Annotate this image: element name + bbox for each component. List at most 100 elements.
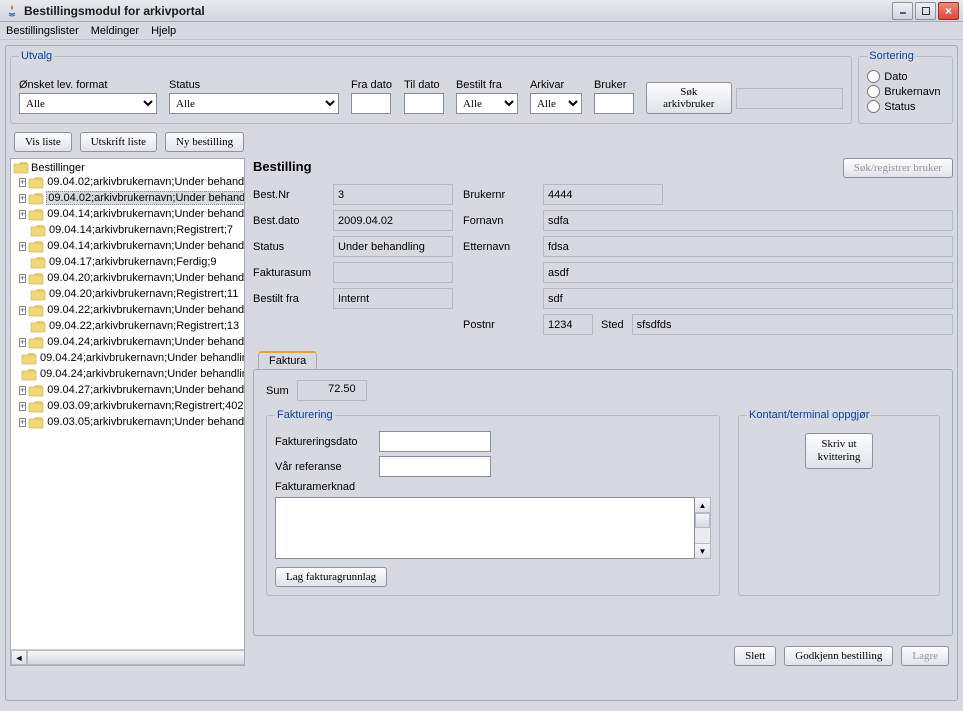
- tree-item[interactable]: 09.04.24;arkivbrukernavn;Under behandlin…: [11, 366, 244, 382]
- tree-item[interactable]: 09.04.14;arkivbrukernavn;Registrert;7: [11, 222, 244, 238]
- utskrift-liste-button[interactable]: Utskrift liste: [80, 132, 157, 152]
- expander-icon[interactable]: +: [19, 306, 26, 315]
- lagre-button[interactable]: Lagre: [901, 646, 949, 666]
- fradato-label: Fra dato: [351, 79, 392, 91]
- folder-icon: [28, 240, 44, 253]
- onsket-select[interactable]: Alle: [19, 93, 157, 114]
- tree-item-label: 09.04.27;arkivbrukernavn;Under behandlin…: [46, 384, 245, 396]
- scroll-left-arrow[interactable]: ◄: [11, 650, 27, 665]
- sok-arkivbruker-button[interactable]: Søk arkivbruker: [646, 82, 732, 114]
- menu-meldinger[interactable]: Meldinger: [91, 25, 139, 37]
- tree-item[interactable]: +09.04.02;arkivbrukernavn;Under behandli…: [11, 190, 244, 206]
- varreferanse-label: Vår referanse: [275, 461, 375, 473]
- bestnr-value: 3: [333, 184, 453, 205]
- brukernr-value: 4444: [543, 184, 663, 205]
- expander-icon: [19, 290, 28, 299]
- faktura-tab[interactable]: Faktura: [258, 352, 317, 369]
- textarea-scrollbar[interactable]: ▲ ▼: [695, 497, 711, 559]
- sortering-fieldset: Sortering Dato Brukernavn Status: [858, 50, 953, 124]
- ny-bestilling-button[interactable]: Ny bestilling: [165, 132, 244, 152]
- sort-brukernavn-radio[interactable]: [867, 85, 880, 98]
- tree-root[interactable]: Bestillinger: [11, 161, 244, 174]
- sok-registrer-bruker-button[interactable]: Søk/registrer bruker: [843, 158, 953, 178]
- folder-icon: [30, 224, 46, 237]
- maximize-button[interactable]: [915, 2, 936, 20]
- scroll-thumb[interactable]: [27, 650, 245, 665]
- tree-item[interactable]: +09.04.20;arkivbrukernavn;Under behandli…: [11, 270, 244, 286]
- adr1-value: asdf: [543, 262, 953, 283]
- bestnr-label: Best.Nr: [253, 189, 323, 201]
- folder-icon: [21, 352, 37, 365]
- lag-fakturagrunnlag-button[interactable]: Lag fakturagrunnlag: [275, 567, 387, 587]
- minimize-button[interactable]: [892, 2, 913, 20]
- scroll-up-arrow[interactable]: ▲: [695, 498, 710, 513]
- fakturasum-value: [333, 262, 453, 283]
- expander-icon[interactable]: +: [19, 274, 26, 283]
- slett-button[interactable]: Slett: [734, 646, 776, 666]
- utvalg-legend: Utvalg: [19, 50, 54, 62]
- fradato-input[interactable]: [351, 93, 391, 114]
- faktureringsdato-input[interactable]: [379, 431, 491, 452]
- tree-item[interactable]: +09.04.27;arkivbrukernavn;Under behandli…: [11, 382, 244, 398]
- window-title: Bestillingsmodul for arkivportal: [24, 4, 892, 18]
- fakturasum-label: Fakturasum: [253, 267, 323, 279]
- sort-dato-radio[interactable]: [867, 70, 880, 83]
- arkivbruker-display: [736, 88, 844, 109]
- tree-item[interactable]: 09.04.17;arkivbrukernavn;Ferdig;9: [11, 254, 244, 270]
- tree-item-label: 09.03.09;arkivbrukernavn;Registrert;402: [46, 400, 244, 412]
- scroll-down-arrow[interactable]: ▼: [695, 543, 710, 558]
- expander-icon[interactable]: +: [19, 338, 26, 347]
- skriv-ut-kvittering-button[interactable]: Skriv utkvittering: [805, 433, 874, 469]
- tree-item-label: 09.04.14;arkivbrukernavn;Under behandlin…: [46, 240, 245, 252]
- tree-item[interactable]: +09.04.22;arkivbrukernavn;Under behandli…: [11, 302, 244, 318]
- tree-item[interactable]: +09.04.14;arkivbrukernavn;Under behandli…: [11, 238, 244, 254]
- folder-icon: [13, 161, 29, 174]
- tildato-input[interactable]: [404, 93, 444, 114]
- expander-icon[interactable]: +: [19, 194, 26, 203]
- menu-bestillingslister[interactable]: Bestillingslister: [6, 25, 79, 37]
- tree-item-label: 09.04.14;arkivbrukernavn;Registrert;7: [48, 224, 234, 236]
- fakturamerknad-textarea[interactable]: [275, 497, 695, 559]
- expander-icon[interactable]: +: [19, 402, 26, 411]
- folder-icon: [28, 336, 44, 349]
- fornavn-value: sdfa: [543, 210, 953, 231]
- tree-item[interactable]: +09.04.02;arkivbrukernavn;Under behandli…: [11, 174, 244, 190]
- godkjenn-bestilling-button[interactable]: Godkjenn bestilling: [784, 646, 893, 666]
- folder-icon: [28, 304, 44, 317]
- tree-item[interactable]: +09.03.09;arkivbrukernavn;Registrert;402: [11, 398, 244, 414]
- horizontal-scrollbar[interactable]: ◄ ►: [11, 649, 244, 665]
- varreferanse-input[interactable]: [379, 456, 491, 477]
- tree-item[interactable]: 09.04.24;arkivbrukernavn;Under behandlin…: [11, 350, 244, 366]
- expander-icon[interactable]: +: [19, 242, 26, 251]
- status-value: Under behandling: [333, 236, 453, 257]
- kontant-fieldset: Kontant/terminal oppgjør Skriv utkvitter…: [738, 409, 940, 596]
- folder-icon: [28, 384, 44, 397]
- bruker-label: Bruker: [594, 79, 634, 91]
- close-button[interactable]: ×: [938, 2, 959, 20]
- folder-icon: [28, 192, 44, 205]
- status-select[interactable]: Alle: [169, 93, 339, 114]
- expander-icon[interactable]: +: [19, 418, 26, 427]
- bruker-input[interactable]: [594, 93, 634, 114]
- expander-icon[interactable]: +: [19, 386, 26, 395]
- brukernr-label: Brukernr: [463, 189, 533, 201]
- sort-status-label: Status: [884, 101, 915, 113]
- tree-item-label: 09.04.22;arkivbrukernavn;Under behandlin…: [46, 304, 245, 316]
- menubar: Bestillingslister Meldinger Hjelp: [0, 22, 963, 40]
- titlebar: Bestillingsmodul for arkivportal ×: [0, 0, 963, 22]
- expander-icon[interactable]: +: [19, 178, 26, 187]
- folder-icon: [28, 416, 44, 429]
- sort-status-radio[interactable]: [867, 100, 880, 113]
- menu-hjelp[interactable]: Hjelp: [151, 25, 176, 37]
- scroll-thumb-v[interactable]: [695, 513, 710, 528]
- bestiltfra-select[interactable]: Alle: [456, 93, 518, 114]
- tree-item[interactable]: 09.04.22;arkivbrukernavn;Registrert;13: [11, 318, 244, 334]
- tree-item[interactable]: +09.04.24;arkivbrukernavn;Under behandli…: [11, 334, 244, 350]
- arkivar-select[interactable]: Alle: [530, 93, 582, 114]
- tree-item[interactable]: +09.03.05;arkivbrukernavn;Under behandli…: [11, 414, 244, 430]
- expander-icon[interactable]: +: [19, 210, 26, 219]
- sortering-legend: Sortering: [867, 50, 916, 62]
- tree-item[interactable]: 09.04.20;arkivbrukernavn;Registrert;11: [11, 286, 244, 302]
- tree-item[interactable]: +09.04.14;arkivbrukernavn;Under behandli…: [11, 206, 244, 222]
- vis-liste-button[interactable]: Vis liste: [14, 132, 72, 152]
